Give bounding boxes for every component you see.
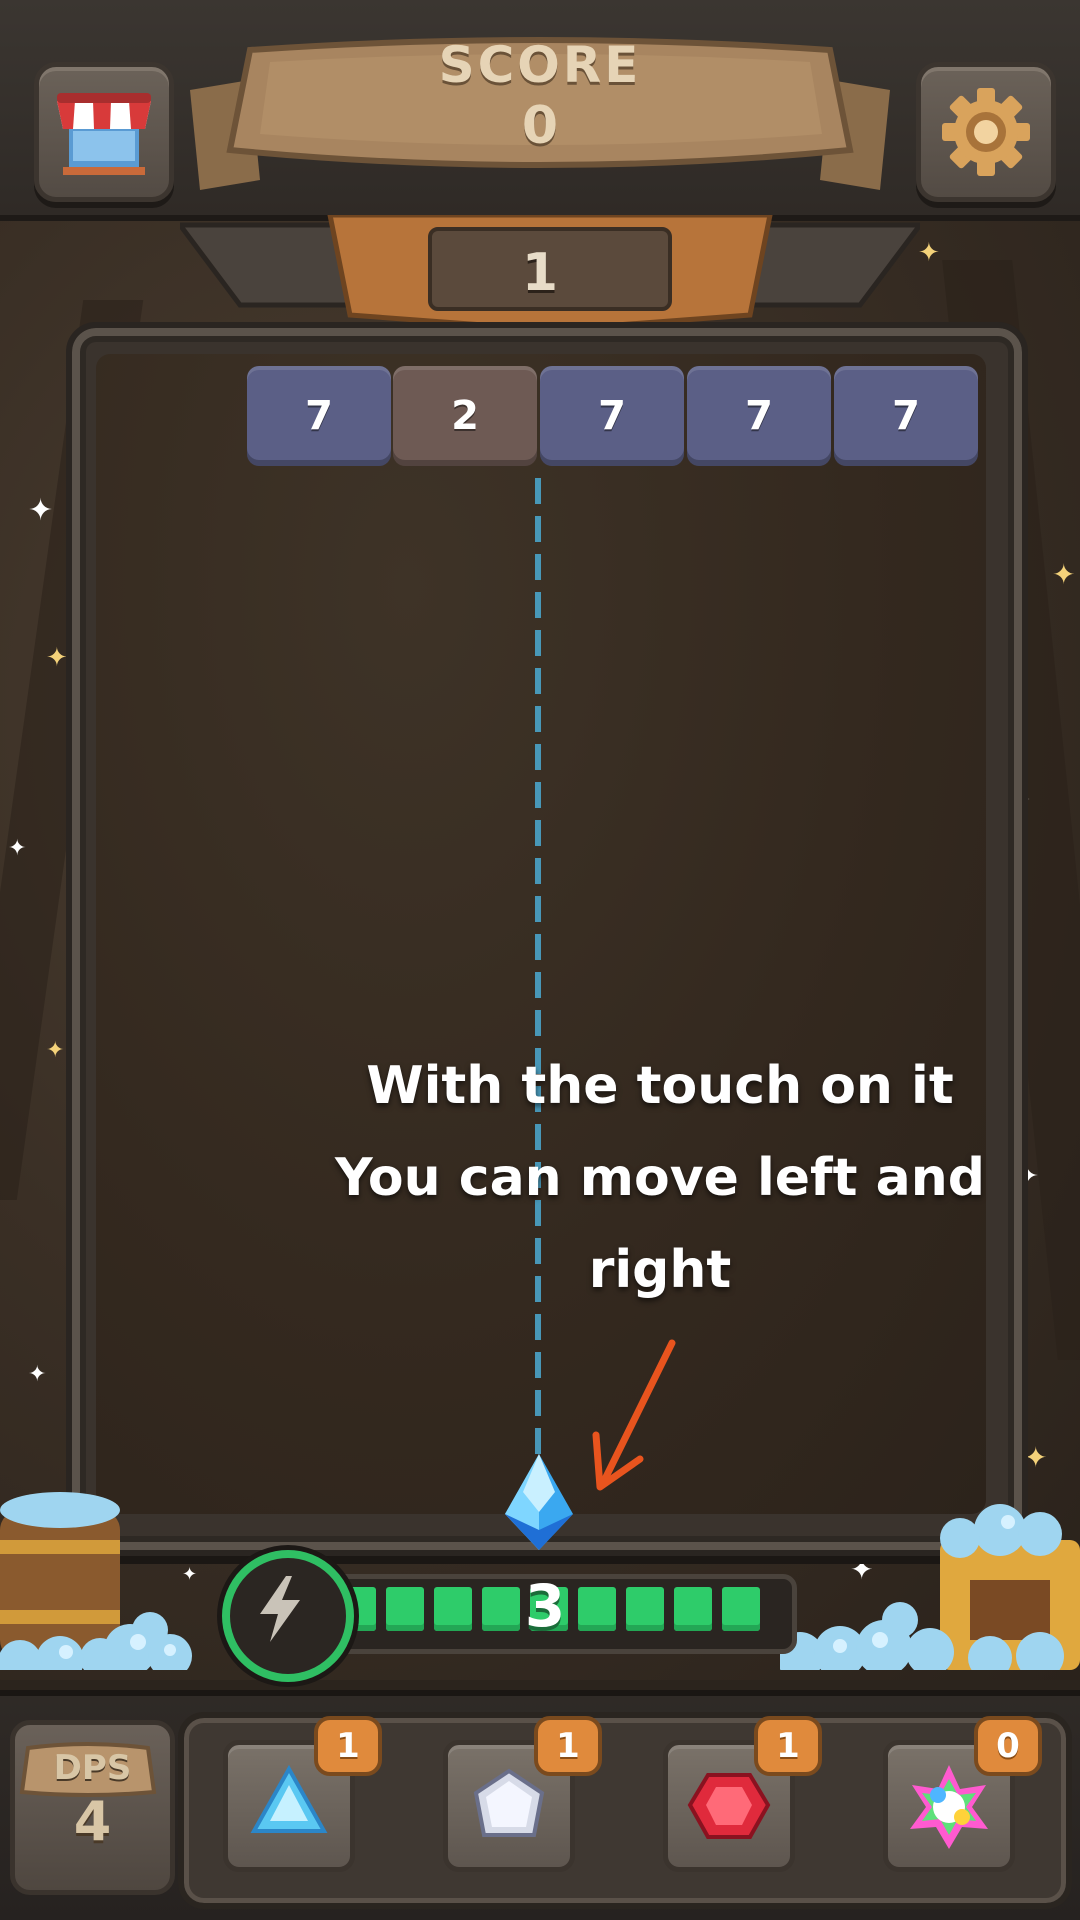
- sparkle: ✦: [1052, 558, 1076, 591]
- dps-label: DPS: [53, 1748, 132, 1788]
- play-field[interactable]: [96, 354, 986, 1514]
- sparkle: ✦: [8, 836, 27, 861]
- settings-button[interactable]: [916, 62, 1056, 202]
- lightning-icon: [260, 1576, 300, 1642]
- sparkle: ✦: [28, 493, 54, 528]
- powerup-count-badge: 1: [534, 1716, 602, 1776]
- gear-icon: [942, 88, 1030, 176]
- tutorial-arrow-icon: [592, 1339, 676, 1491]
- aim-guide-line: [535, 478, 541, 1468]
- sparkle: ✦: [46, 1038, 65, 1063]
- powerup-count-badge: 1: [754, 1716, 822, 1776]
- brick: 2: [393, 366, 537, 466]
- power-segment: [434, 1587, 472, 1631]
- brick: 7: [247, 366, 391, 466]
- power-segment: [722, 1587, 760, 1631]
- powerup-count-badge: 0: [974, 1716, 1042, 1776]
- tutorial-text-line-3: right: [588, 1240, 732, 1300]
- power-value: 3: [524, 1572, 566, 1640]
- powerup-count-badge: 1: [314, 1716, 382, 1776]
- treasure-crate-icon: [780, 1504, 1080, 1670]
- power-segment: [626, 1587, 664, 1631]
- dps-value: 4: [73, 1790, 112, 1853]
- power-segment: [386, 1587, 424, 1631]
- tutorial-text-line-2: You can move left and: [335, 1148, 985, 1208]
- brick: 7: [540, 366, 684, 466]
- sparkle: ✦: [28, 1362, 47, 1387]
- sparkle: ✦: [46, 643, 68, 673]
- brick: 7: [834, 366, 978, 466]
- tutorial-text-line-1: With the touch on it: [366, 1056, 954, 1116]
- launcher-gem-icon[interactable]: [503, 1452, 575, 1552]
- power-segment: [674, 1587, 712, 1631]
- game-screen: ✦ ✦ ✦ ✦ ✦ ✦ ✦ ✦ ✦ ✦ ✦ ✦ SCORE 0: [0, 0, 1080, 1920]
- power-bolt-badge: [222, 1550, 354, 1682]
- treasure-barrel-icon: [0, 1492, 192, 1670]
- level-number: 1: [521, 243, 559, 303]
- brick: 7: [687, 366, 831, 466]
